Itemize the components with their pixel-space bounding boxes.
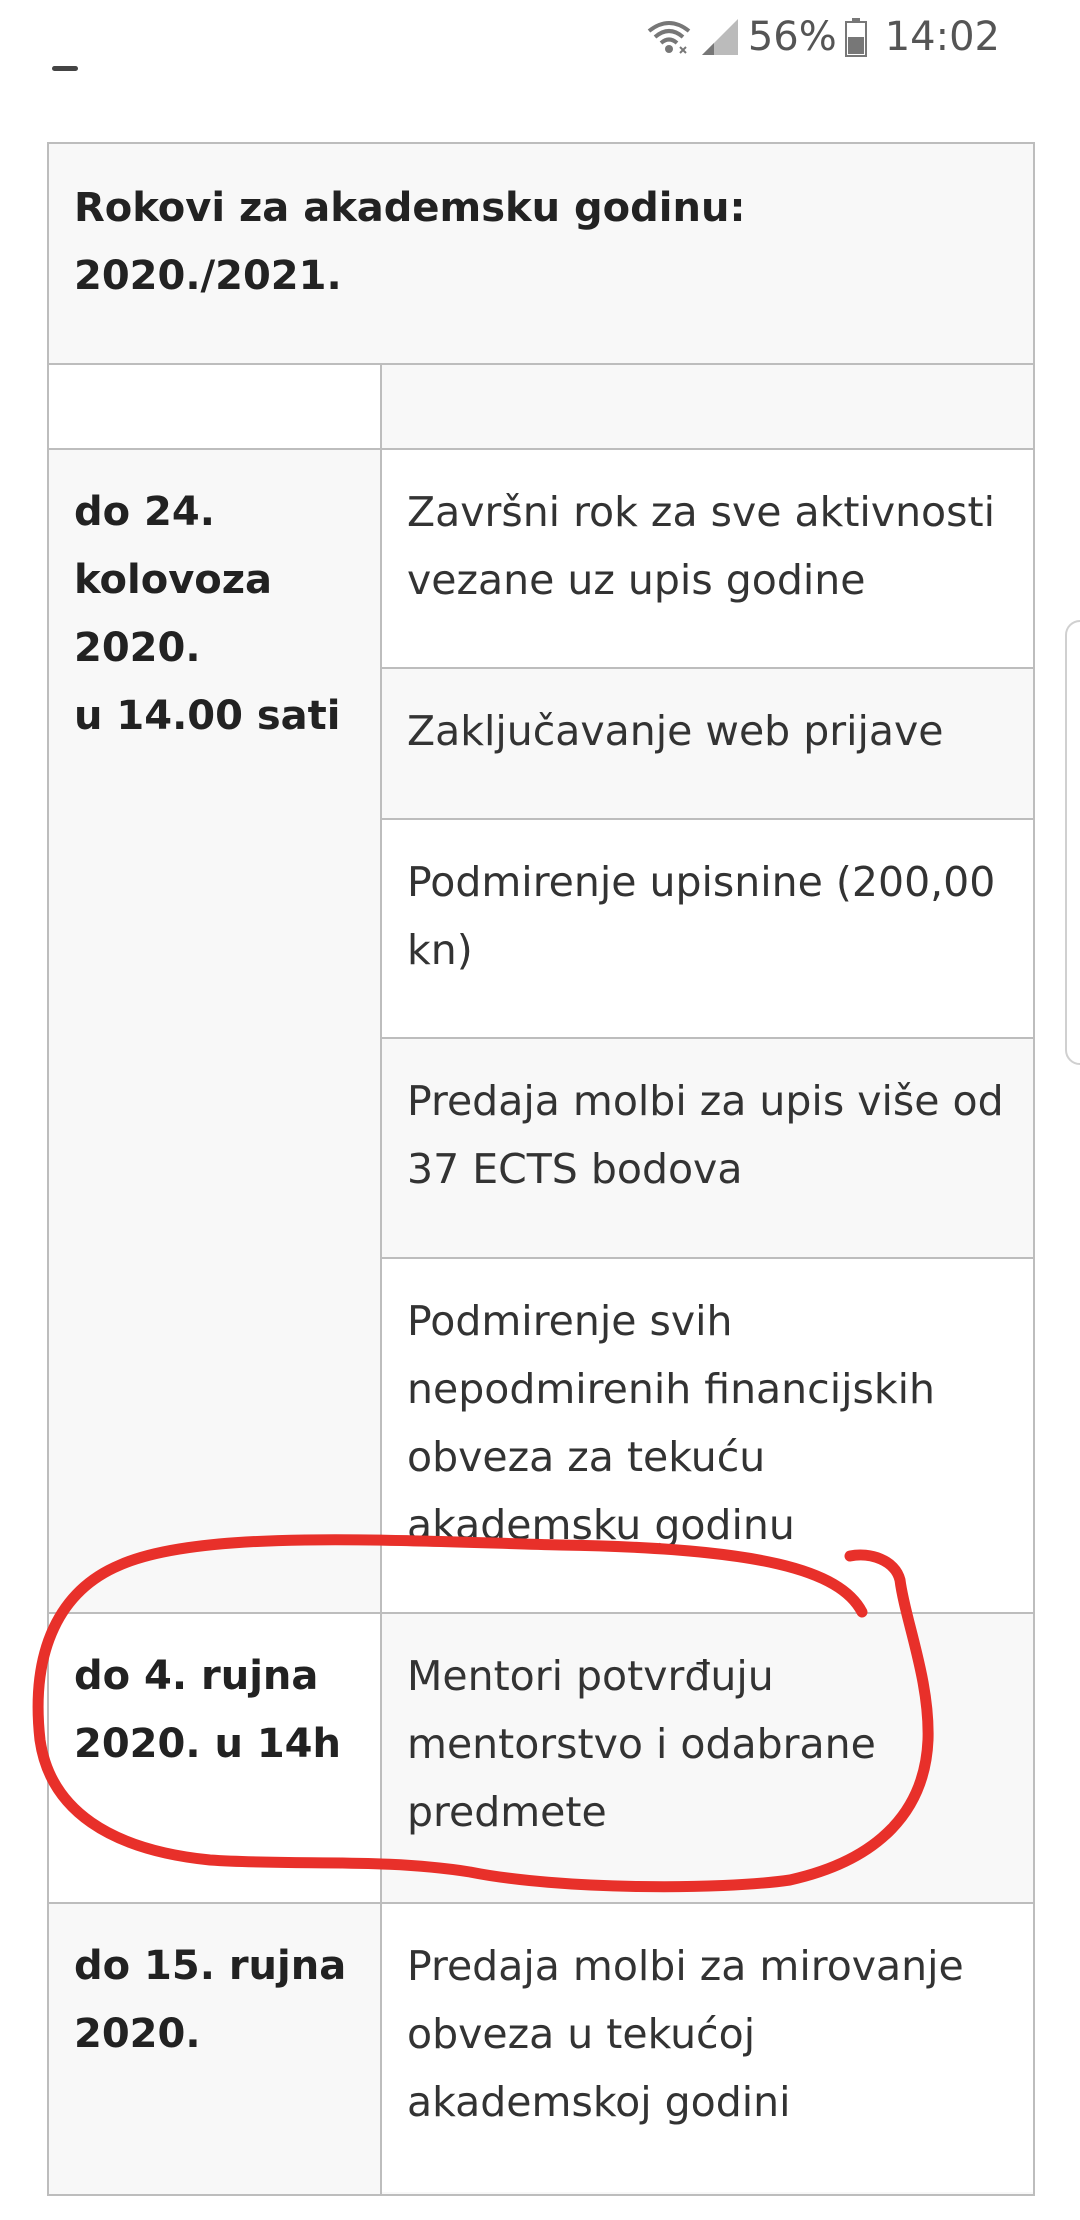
table-row	[49, 365, 1033, 450]
clock: 14:02	[884, 14, 1000, 60]
deadlines-table: Rokovi za akademsku godinu: 2020./2021. …	[47, 142, 1035, 2196]
date-cell	[49, 365, 382, 448]
activity-cell: Zaključavanje web prijave	[382, 668, 1033, 821]
date-cell: do 15. rujna 2020.	[49, 1904, 382, 2194]
table-row: do 4. rujna 2020. u 14h Mentori potvrđuj…	[49, 1614, 1033, 1904]
scrollbar[interactable]	[1065, 620, 1080, 1065]
wifi-icon	[646, 17, 692, 57]
activity-cell: Mentori potvrđuju mentorstvo i odabrane …	[382, 1614, 1033, 1902]
status-bar: 56% 14:02	[0, 0, 1080, 72]
activity-cell: Završni rok za sve aktivnosti vezane uz …	[382, 450, 1033, 669]
activity-cell	[382, 365, 1033, 448]
table-title: Rokovi za akademsku godinu: 2020./2021.	[49, 144, 1033, 365]
activity-cell: Podmirenje svih nepodmirenih financijski…	[382, 1258, 1033, 1612]
status-icons: 56% 14:02	[646, 12, 1000, 62]
battery-icon	[844, 17, 867, 57]
date-cell: do 24. kolovoza 2020. u 14.00 sati	[49, 450, 382, 1612]
table-row: do 24. kolovoza 2020. u 14.00 sati Završ…	[49, 450, 1033, 1614]
signal-icon	[700, 17, 740, 57]
status-left-mark	[52, 66, 78, 71]
activity-cell: Podmirenje upisnine (200,00 kn)	[382, 820, 1033, 1040]
table-row: do 15. rujna 2020. Predaja molbi za miro…	[49, 1904, 1033, 2194]
battery-percent: 56%	[747, 14, 837, 60]
date-cell: do 4. rujna 2020. u 14h	[49, 1614, 382, 1902]
activity-cell: Predaja molbi za upis više od 37 ECTS bo…	[382, 1039, 1033, 1259]
activity-cell: Predaja molbi za mirovanje obveza u teku…	[382, 1904, 1033, 2192]
